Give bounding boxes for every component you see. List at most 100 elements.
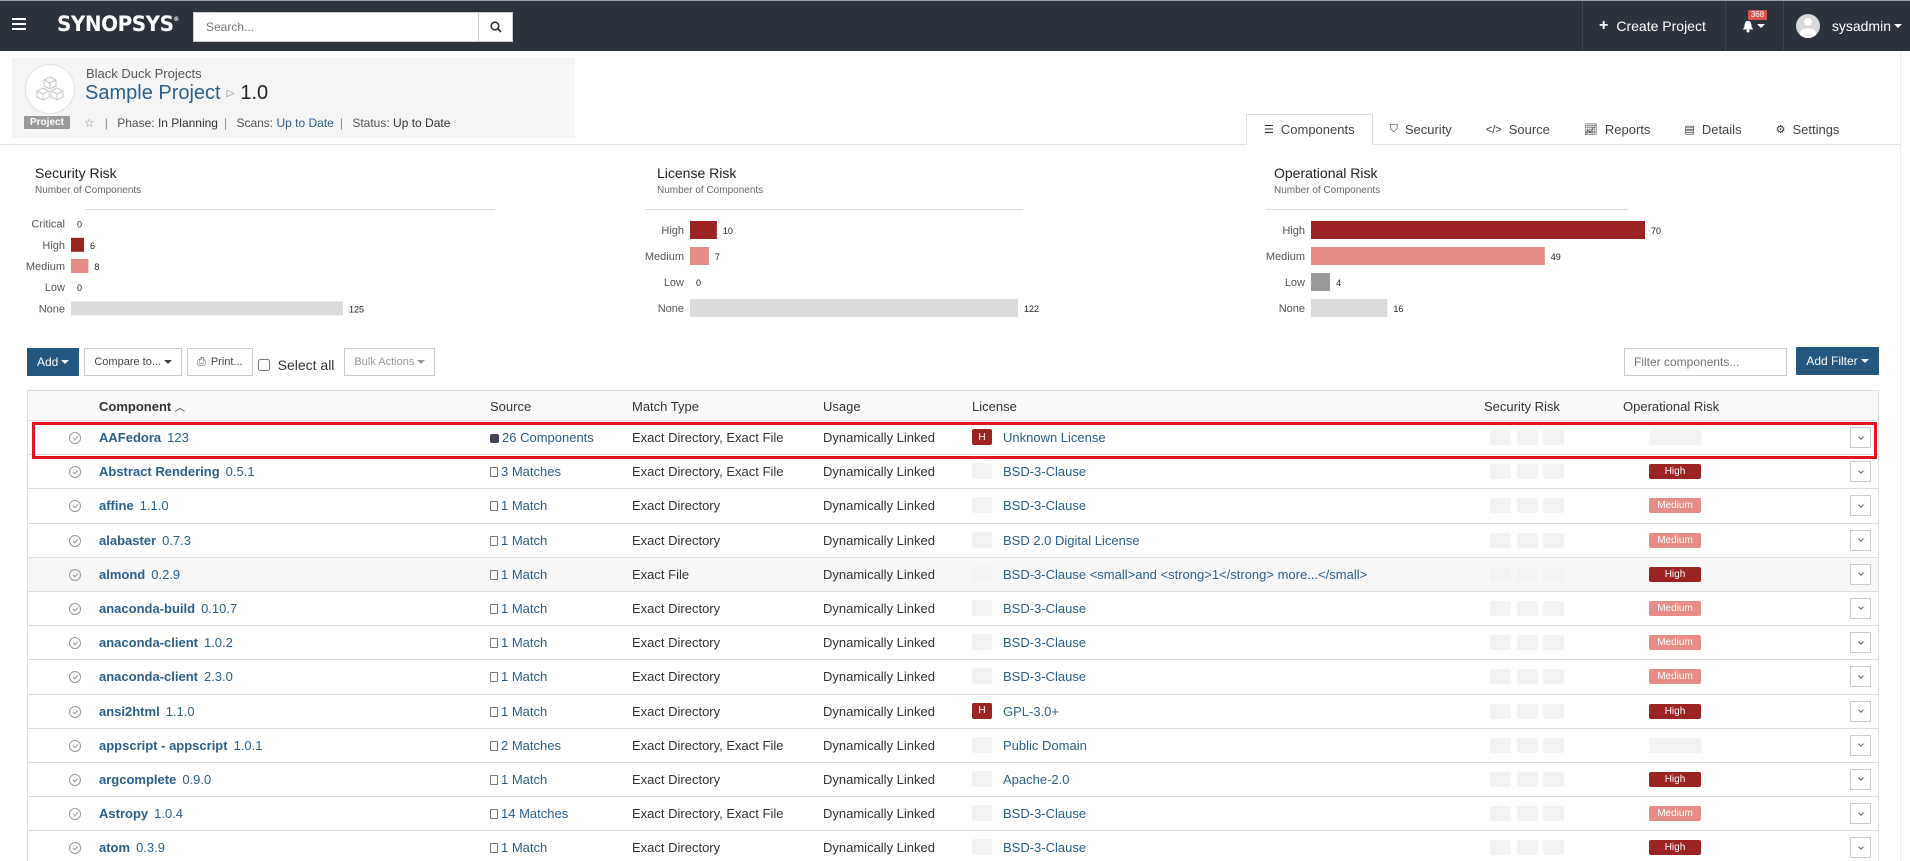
- source-link[interactable]: 14 Matches: [490, 806, 568, 821]
- table-row[interactable]: anaconda-build 0.10.7 1 Match Exact Direc…: [28, 592, 1878, 627]
- column-header-match-type[interactable]: Match Type: [632, 399, 699, 414]
- add-filter-button[interactable]: Add Filter: [1796, 347, 1879, 375]
- bar-high[interactable]: [71, 237, 85, 252]
- add-button[interactable]: Add: [27, 348, 80, 376]
- license-link[interactable]: BSD 2.0 Digital License: [1003, 533, 1140, 548]
- scans-value[interactable]: Up to Date: [276, 116, 333, 130]
- user-menu[interactable]: sysadmin: [1782, 1, 1910, 51]
- hamburger-icon[interactable]: [12, 18, 26, 32]
- table-row[interactable]: Astropy 1.0.4 14 Matches Exact Directory,…: [28, 797, 1878, 832]
- row-expand-chevron-icon[interactable]: [1850, 632, 1871, 654]
- component-name-link[interactable]: anaconda-client 2.3.0: [99, 669, 233, 684]
- license-link[interactable]: BSD-3-Clause: [1003, 840, 1086, 855]
- tab-details[interactable]: ▤ Details: [1667, 114, 1758, 145]
- license-link[interactable]: BSD-3-Clause <small>and <strong>1</stron…: [1003, 567, 1367, 582]
- table-row[interactable]: ansi2html 1.1.0 1 Match Exact Directory D…: [28, 695, 1878, 729]
- component-name-link[interactable]: appscript - appscript 1.0.1: [99, 738, 263, 753]
- component-name-link[interactable]: anaconda-client 1.0.2: [99, 635, 233, 650]
- source-link[interactable]: 1 Match: [490, 567, 547, 582]
- table-row[interactable]: Abstract Rendering 0.5.1 3 Matches Exact …: [28, 455, 1878, 490]
- component-name-link[interactable]: argcomplete 0.9.0: [99, 772, 211, 787]
- table-row[interactable]: atom 0.3.9 1 Match Exact Directory Dynami…: [28, 831, 1878, 861]
- row-check-circle-icon[interactable]: [69, 568, 81, 581]
- row-check-circle-icon[interactable]: [69, 534, 81, 547]
- row-check-circle-icon[interactable]: [69, 466, 81, 479]
- license-link[interactable]: Apache-2.0: [1003, 772, 1070, 787]
- source-link[interactable]: 1 Match: [490, 635, 547, 650]
- row-expand-chevron-icon[interactable]: [1850, 461, 1871, 483]
- license-link[interactable]: BSD-3-Clause: [1003, 464, 1086, 479]
- row-expand-chevron-icon[interactable]: [1850, 803, 1871, 825]
- bar-low[interactable]: [1311, 273, 1331, 291]
- table-row[interactable]: alabaster 0.7.3 1 Match Exact Directory D…: [28, 524, 1878, 558]
- license-link[interactable]: BSD-3-Clause: [1003, 601, 1086, 616]
- component-name-link[interactable]: anaconda-build 0.10.7: [99, 601, 237, 616]
- row-check-circle-icon[interactable]: [69, 432, 81, 444]
- table-row[interactable]: AAFedora 123 26 Components Exact Director…: [28, 421, 1878, 456]
- column-header-component[interactable]: Component ︿: [99, 399, 185, 414]
- row-expand-chevron-icon[interactable]: [1850, 529, 1871, 551]
- bar-medium[interactable]: [71, 259, 89, 273]
- column-header-license[interactable]: License: [972, 399, 1017, 414]
- column-header-security-risk[interactable]: Security Risk: [1484, 399, 1560, 414]
- license-link[interactable]: Public Domain: [1003, 738, 1087, 753]
- bar-none[interactable]: [690, 299, 1018, 317]
- project-name-link[interactable]: Sample Project: [85, 82, 221, 104]
- print-button[interactable]: ⎙ Print...: [187, 348, 253, 376]
- row-expand-chevron-icon[interactable]: [1850, 427, 1871, 448]
- tab-settings[interactable]: ⚙ Settings: [1759, 114, 1857, 145]
- license-link[interactable]: BSD-3-Clause: [1003, 669, 1086, 684]
- tab-reports[interactable]: 📈︎ Reports: [1567, 114, 1668, 145]
- tab-components[interactable]: ☰ Components: [1246, 114, 1373, 145]
- table-row[interactable]: affine 1.1.0 1 Match Exact Directory Dyna…: [28, 489, 1878, 524]
- source-link[interactable]: 1 Match: [490, 498, 547, 513]
- tab-source[interactable]: </> Source: [1469, 114, 1567, 145]
- row-check-circle-icon[interactable]: [69, 637, 81, 650]
- notifications-button[interactable]: 368: [1724, 1, 1783, 51]
- select-all-checkbox[interactable]: [257, 359, 270, 371]
- column-header-source[interactable]: Source: [490, 399, 531, 414]
- row-expand-chevron-icon[interactable]: [1850, 666, 1871, 688]
- row-expand-chevron-icon[interactable]: [1850, 495, 1871, 517]
- license-link[interactable]: BSD-3-Clause: [1003, 498, 1086, 513]
- table-row[interactable]: appscript - appscript 1.0.1 2 Matches Exa…: [28, 729, 1878, 763]
- bar-high[interactable]: [1311, 221, 1645, 239]
- row-expand-chevron-icon[interactable]: [1850, 563, 1871, 585]
- bar-medium[interactable]: [690, 247, 709, 265]
- license-link[interactable]: BSD-3-Clause: [1003, 806, 1086, 821]
- select-all[interactable]: Select all: [257, 357, 334, 373]
- source-link[interactable]: 1 Match: [490, 772, 547, 787]
- compare-to-button[interactable]: Compare to...: [84, 348, 182, 376]
- bulk-actions-button[interactable]: Bulk Actions: [344, 348, 436, 376]
- source-link[interactable]: 1 Match: [490, 601, 547, 616]
- row-expand-chevron-icon[interactable]: [1850, 700, 1871, 722]
- license-link[interactable]: Unknown License: [1003, 430, 1106, 445]
- row-expand-chevron-icon[interactable]: [1850, 837, 1871, 859]
- filter-components-input[interactable]: [1624, 348, 1787, 376]
- row-check-circle-icon[interactable]: [69, 739, 81, 752]
- search-input[interactable]: [194, 13, 478, 41]
- row-check-circle-icon[interactable]: [69, 500, 81, 513]
- bar-none[interactable]: [1311, 299, 1388, 317]
- search-button[interactable]: [478, 13, 512, 41]
- table-row[interactable]: anaconda-client 2.3.0 1 Match Exact Direc…: [28, 660, 1878, 695]
- row-check-circle-icon[interactable]: [69, 705, 81, 718]
- component-name-link[interactable]: almond 0.2.9: [99, 567, 180, 582]
- component-name-link[interactable]: atom 0.3.9: [99, 840, 165, 855]
- bar-medium[interactable]: [1311, 247, 1545, 265]
- source-link[interactable]: 1 Match: [490, 669, 547, 684]
- star-icon[interactable]: ☆: [84, 116, 95, 130]
- row-expand-chevron-icon[interactable]: [1850, 768, 1871, 790]
- bar-high[interactable]: [690, 221, 717, 239]
- source-link[interactable]: 2 Matches: [490, 738, 561, 753]
- source-link[interactable]: 1 Match: [490, 840, 547, 855]
- component-name-link[interactable]: Astropy 1.0.4: [99, 806, 183, 821]
- row-expand-chevron-icon[interactable]: [1850, 734, 1871, 756]
- source-link[interactable]: 1 Match: [490, 533, 547, 548]
- breadcrumb[interactable]: Black Duck Projects: [86, 66, 202, 81]
- table-row[interactable]: argcomplete 0.9.0 1 Match Exact Directory…: [28, 763, 1878, 798]
- component-name-link[interactable]: affine 1.1.0: [99, 498, 169, 513]
- synopsys-logo[interactable]: SYNOPSYS®: [57, 12, 179, 36]
- bar-none[interactable]: [71, 301, 343, 316]
- license-link[interactable]: GPL-3.0+: [1003, 704, 1059, 719]
